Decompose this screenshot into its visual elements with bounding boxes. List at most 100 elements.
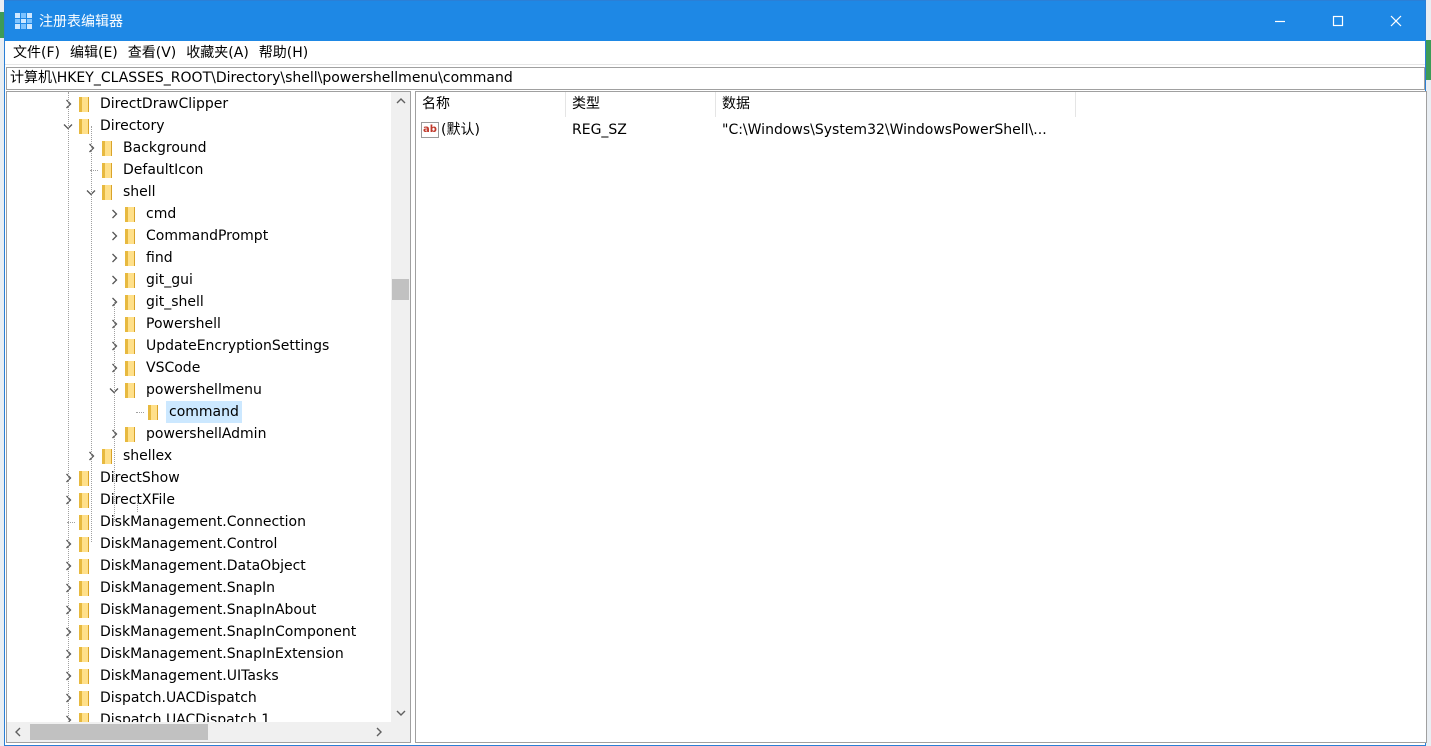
tree-item[interactable]: find <box>107 247 176 269</box>
tree-item-label: DiskManagement.DataObject <box>100 558 306 574</box>
tree-item[interactable]: DiskManagement.SnapInAbout <box>61 599 319 621</box>
tree-item[interactable]: Powershell <box>107 313 224 335</box>
maximize-icon <box>1332 15 1344 27</box>
tree-item[interactable]: UpdateEncryptionSettings <box>107 335 332 357</box>
chevron-right-icon[interactable] <box>107 247 121 269</box>
tree-item-label: Background <box>123 140 207 156</box>
window-title: 注册表编辑器 <box>39 14 123 30</box>
tree-horizontal-scroll-thumb[interactable] <box>30 724 208 740</box>
folder-icon <box>125 316 135 332</box>
minimize-icon <box>1275 20 1285 23</box>
tree-item[interactable]: VSCode <box>107 357 203 379</box>
scroll-right-arrow-icon[interactable] <box>371 722 388 742</box>
window-controls <box>1251 1 1425 41</box>
folder-icon <box>125 294 135 310</box>
folder-icon <box>102 184 112 200</box>
folder-icon <box>79 492 89 508</box>
folder-icon <box>102 140 112 156</box>
tree-item-label: DirectShow <box>100 470 180 486</box>
scroll-up-arrow-icon[interactable] <box>391 92 410 109</box>
folder-icon <box>79 712 89 722</box>
minimize-button[interactable] <box>1251 1 1309 41</box>
string-value-icon: ab <box>421 122 439 138</box>
tree-connector <box>130 401 144 423</box>
tree-item[interactable]: DiskManagement.SnapInComponent <box>61 621 359 643</box>
tree-vertical-scrollbar[interactable] <box>391 92 410 722</box>
folder-icon <box>79 690 89 706</box>
tree-item-label: DirectDrawClipper <box>100 96 229 112</box>
tree-item[interactable]: DefaultIcon <box>84 159 206 181</box>
list-item[interactable]: ab (默认) REG_SZ "C:\Windows\System32\Wind… <box>416 119 1076 141</box>
close-button[interactable] <box>1367 1 1425 41</box>
menu-help[interactable]: 帮助(H) <box>254 42 313 64</box>
tree-item[interactable]: CommandPrompt <box>107 225 271 247</box>
tree-item-label: Dispatch.UACDispatch.1 <box>100 712 271 722</box>
chevron-right-icon[interactable] <box>107 225 121 247</box>
tree-item-label: git_shell <box>146 294 204 310</box>
tree-item-label: powershellAdmin <box>146 426 267 442</box>
column-header-name[interactable]: 名称 <box>416 92 566 117</box>
tree-item[interactable]: Dispatch.UACDispatch.1 <box>61 709 273 722</box>
tree-guide-line <box>114 302 115 522</box>
menu-favorites[interactable]: 收藏夹(A) <box>181 42 254 64</box>
title-bar[interactable]: 注册表编辑器 <box>5 1 1425 41</box>
tree-item[interactable]: DirectShow <box>61 467 183 489</box>
value-list-pane: 名称 类型 数据 ab (默认) REG_SZ "C:\Windows\Syst… <box>415 91 1427 743</box>
tree-vertical-scroll-thumb[interactable] <box>392 279 409 300</box>
tree-item[interactable]: DiskManagement.SnapIn <box>61 577 278 599</box>
tree-item[interactable]: shell <box>84 181 159 203</box>
column-header-data[interactable]: 数据 <box>716 92 1076 117</box>
tree-item-label: DiskManagement.SnapIn <box>100 580 275 596</box>
menu-bar: 文件(F) 编辑(E) 查看(V) 收藏夹(A) 帮助(H) <box>5 41 1425 65</box>
tree-item-label: shell <box>123 184 156 200</box>
menu-file[interactable]: 文件(F) <box>8 42 65 64</box>
menu-edit[interactable]: 编辑(E) <box>65 42 123 64</box>
tree-item[interactable]: powershellAdmin <box>107 423 269 445</box>
tree-item[interactable]: Directory <box>61 115 168 137</box>
folder-icon <box>79 536 89 552</box>
tree-item[interactable]: DiskManagement.Control <box>61 533 280 555</box>
tree-item-label: git_gui <box>146 272 193 288</box>
scroll-left-arrow-icon[interactable] <box>9 722 26 742</box>
scrollbar-corner <box>391 722 410 742</box>
tree-item[interactable]: powershellmenu <box>107 379 265 401</box>
tree-item[interactable]: cmd <box>107 203 179 225</box>
tree-item[interactable]: DiskManagement.Connection <box>61 511 309 533</box>
tree-horizontal-scrollbar[interactable] <box>7 722 392 742</box>
tree-item-label: CommandPrompt <box>146 228 269 244</box>
folder-icon <box>79 602 89 618</box>
maximize-button[interactable] <box>1309 1 1367 41</box>
registry-editor-window: 注册表编辑器 文件(F) 编辑(E) 查看(V) 收藏夹(A) 帮助(H) 计算… <box>4 0 1427 746</box>
chevron-right-icon[interactable] <box>107 269 121 291</box>
chevron-right-icon[interactable] <box>107 203 121 225</box>
tree-item[interactable]: Background <box>84 137 210 159</box>
folder-icon <box>125 426 135 442</box>
folder-icon <box>102 162 112 178</box>
folder-icon <box>148 404 158 420</box>
tree-item-label: DiskManagement.Connection <box>100 514 306 530</box>
tree-item[interactable]: DirectXFile <box>61 489 178 511</box>
tree-item[interactable]: DirectDrawClipper <box>61 93 231 115</box>
tree-item[interactable]: Dispatch.UACDispatch <box>61 687 260 709</box>
tree-item[interactable]: DiskManagement.DataObject <box>61 555 309 577</box>
scroll-down-arrow-icon[interactable] <box>391 705 410 722</box>
folder-icon <box>79 96 89 112</box>
folder-icon <box>102 448 112 464</box>
tree-item[interactable]: git_gui <box>107 269 196 291</box>
tree-item[interactable]: DiskManagement.UITasks <box>61 665 282 687</box>
column-header-type[interactable]: 类型 <box>566 92 716 117</box>
tree-item[interactable]: git_shell <box>107 291 207 313</box>
folder-icon <box>125 338 135 354</box>
tree-item-label: powershellmenu <box>146 382 262 398</box>
tree-item[interactable]: shellex <box>84 445 175 467</box>
tree-item-label: Powershell <box>146 316 221 332</box>
tree-guide-line <box>91 126 92 542</box>
menu-view[interactable]: 查看(V) <box>123 42 182 64</box>
folder-icon <box>125 382 135 398</box>
folder-icon <box>79 118 89 134</box>
address-bar[interactable]: 计算机\HKEY_CLASSES_ROOT\Directory\shell\po… <box>6 67 1425 90</box>
tree-item-label: shellex <box>123 448 173 464</box>
tree-item[interactable]: command <box>130 401 242 423</box>
tree-item[interactable]: DiskManagement.SnapInExtension <box>61 643 347 665</box>
folder-icon <box>79 580 89 596</box>
